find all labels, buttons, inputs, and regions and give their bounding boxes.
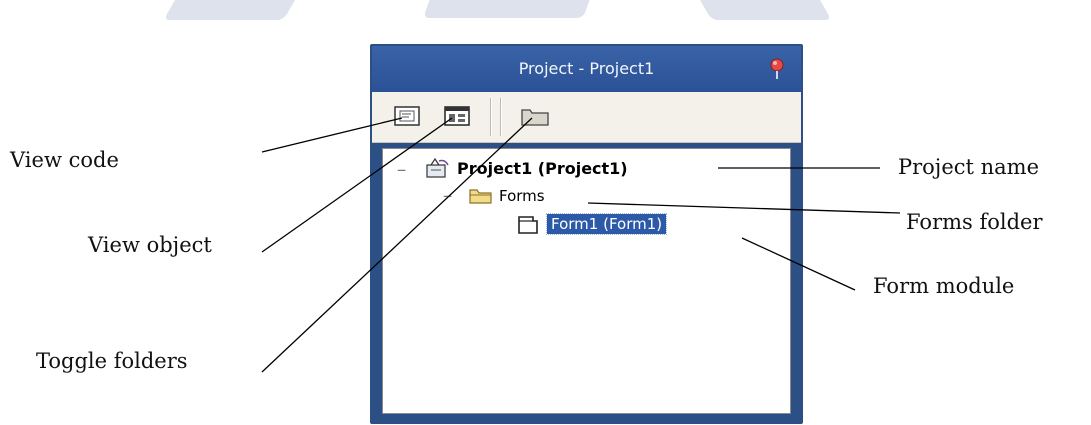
leader-form-module xyxy=(741,237,856,291)
leader-view-object xyxy=(261,117,453,253)
callout-forms-folder: Forms folder xyxy=(906,210,1043,234)
leader-view-code xyxy=(261,117,403,153)
callout-toggle-folders: Toggle folders xyxy=(36,349,188,373)
callout-form-module: Form module xyxy=(873,274,1015,298)
callout-view-object: View object xyxy=(88,233,212,257)
leader-forms-folder xyxy=(587,202,901,214)
callout-project-name: Project name xyxy=(898,155,1040,179)
callout-view-code: View code xyxy=(10,148,119,172)
